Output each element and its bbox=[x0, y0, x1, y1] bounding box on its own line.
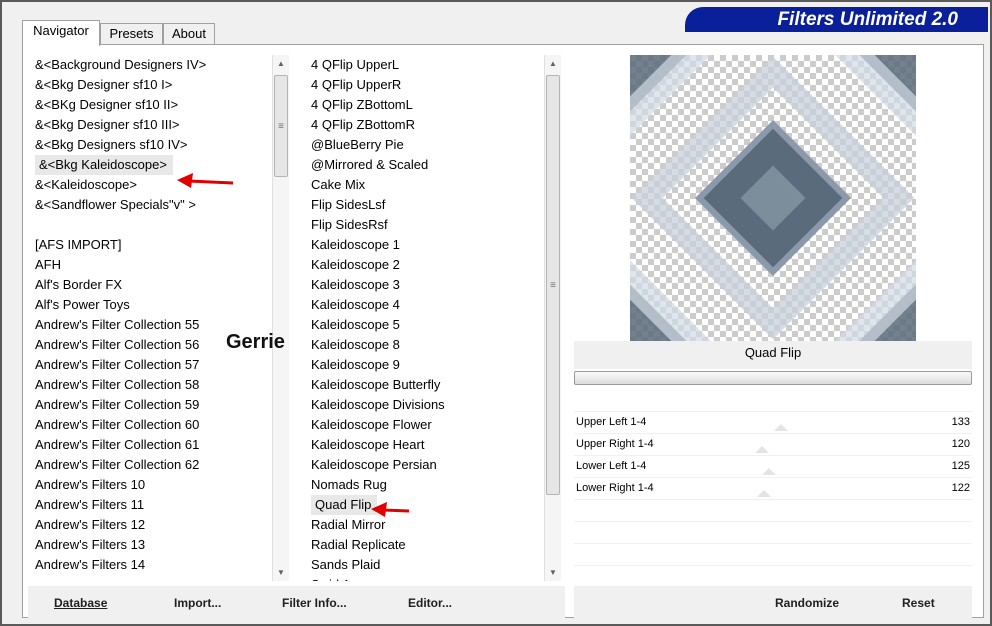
reset-button[interactable]: Reset bbox=[902, 596, 935, 610]
filter-item[interactable]: Swirl Away bbox=[307, 575, 543, 581]
parameter-list: Upper Left 1-4 133 Upper Right 1-4 120 L… bbox=[574, 411, 972, 609]
filter-item[interactable]: Flip SidesLsf bbox=[307, 195, 543, 215]
category-item[interactable]: Andrew's Filter Collection 59 bbox=[31, 395, 271, 415]
category-item[interactable]: &<Bkg Designer sf10 III> bbox=[31, 115, 271, 135]
category-item[interactable]: &<Bkg Designer sf10 I> bbox=[31, 75, 271, 95]
scroll-down-arrow-icon[interactable]: ▼ bbox=[273, 564, 289, 581]
filter-item[interactable]: Kaleidoscope 2 bbox=[307, 255, 543, 275]
category-scrollbar[interactable]: ▲ ≡ ▼ bbox=[272, 55, 289, 581]
filter-item[interactable]: Radial Mirror bbox=[307, 515, 543, 535]
progress-bar bbox=[574, 371, 972, 385]
filter-item[interactable]: Sands Plaid bbox=[307, 555, 543, 575]
slider-thumb-icon[interactable] bbox=[762, 468, 776, 475]
filter-item[interactable]: Kaleidoscope 8 bbox=[307, 335, 543, 355]
filter-item[interactable]: 4 QFlip UpperL bbox=[307, 55, 543, 75]
filter-item[interactable]: 4 QFlip ZBottomR bbox=[307, 115, 543, 135]
param-row[interactable]: Lower Left 1-4 125 bbox=[574, 455, 972, 477]
param-label: Upper Right 1-4 bbox=[576, 438, 654, 450]
tab-navigator[interactable]: Navigator bbox=[22, 20, 100, 46]
category-item[interactable]: &<BKg Designer sf10 II> bbox=[31, 95, 271, 115]
selected-filter-title: Quad Flip bbox=[574, 341, 972, 369]
filter-list[interactable]: 4 QFlip UpperL 4 QFlip UpperR 4 QFlip ZBot… bbox=[307, 55, 543, 581]
tab-presets[interactable]: Presets bbox=[100, 23, 163, 45]
category-item[interactable]: Alf's Power Toys bbox=[31, 295, 271, 315]
filter-item[interactable]: Kaleidoscope 4 bbox=[307, 295, 543, 315]
red-arrow-icon bbox=[371, 502, 410, 517]
scroll-up-arrow-icon[interactable]: ▲ bbox=[545, 55, 561, 72]
filter-item[interactable]: Flip SidesRsf bbox=[307, 215, 543, 235]
filter-item[interactable]: Kaleidoscope 5 bbox=[307, 315, 543, 335]
filter-preview-image bbox=[630, 55, 916, 341]
preview-action-bar: Randomize Reset bbox=[574, 586, 972, 618]
database-button[interactable]: Database bbox=[54, 596, 107, 610]
category-item[interactable]: Andrew's Filter Collection 61 bbox=[31, 435, 271, 455]
category-item[interactable]: &<Sandflower Specials"v" > bbox=[31, 195, 271, 215]
list-action-bar: Database Import... Filter Info... Editor… bbox=[28, 586, 565, 618]
category-item[interactable]: &<Bkg Designers sf10 IV> bbox=[31, 135, 271, 155]
category-item[interactable]: Andrew's Filter Collection 62 bbox=[31, 455, 271, 475]
filter-item[interactable]: Kaleidoscope Flower bbox=[307, 415, 543, 435]
filter-item[interactable]: @BlueBerry Pie bbox=[307, 135, 543, 155]
category-item[interactable]: &<Background Designers IV> bbox=[31, 55, 271, 75]
category-item[interactable]: Andrew's Filters 11 bbox=[31, 495, 271, 515]
category-item[interactable]: Andrew's Filters 12 bbox=[31, 515, 271, 535]
param-value: 122 bbox=[951, 482, 970, 494]
category-item[interactable]: Andrew's Filter Collection 57 bbox=[31, 355, 271, 375]
red-arrow-icon bbox=[177, 173, 234, 188]
tab-about[interactable]: About bbox=[163, 23, 215, 45]
editor-button[interactable]: Editor... bbox=[408, 596, 452, 610]
filter-item[interactable]: Cake Mix bbox=[307, 175, 543, 195]
param-row[interactable]: Upper Left 1-4 133 bbox=[574, 411, 972, 433]
database-button-label: Database bbox=[54, 596, 108, 610]
param-value: 125 bbox=[951, 460, 970, 472]
filter-item-selected[interactable]: Quad Flip bbox=[311, 495, 378, 515]
import-button[interactable]: Import... bbox=[174, 596, 221, 610]
param-row[interactable]: Lower Right 1-4 122 bbox=[574, 477, 972, 499]
filter-item[interactable]: Kaleidoscope 9 bbox=[307, 355, 543, 375]
filter-item[interactable]: Nomads Rug bbox=[307, 475, 543, 495]
slider-thumb-icon[interactable] bbox=[774, 424, 788, 431]
filters-unlimited-window: Filters Unlimited 2.0 Navigator Presets … bbox=[0, 0, 992, 626]
category-item[interactable]: Alf's Border FX bbox=[31, 275, 271, 295]
category-list[interactable]: &<Background Designers IV> &<Bkg Designer… bbox=[31, 55, 271, 581]
filter-item[interactable]: Kaleidoscope 1 bbox=[307, 235, 543, 255]
randomize-button[interactable]: Randomize bbox=[775, 596, 839, 610]
param-label: Lower Right 1-4 bbox=[576, 482, 654, 494]
app-title-banner: Filters Unlimited 2.0 bbox=[685, 7, 988, 32]
filter-item[interactable]: Kaleidoscope Heart bbox=[307, 435, 543, 455]
slider-thumb-icon[interactable] bbox=[755, 446, 769, 453]
scroll-up-arrow-icon[interactable]: ▲ bbox=[273, 55, 289, 72]
category-item[interactable]: Andrew's Filters 10 bbox=[31, 475, 271, 495]
category-item[interactable]: Andrew's Filters 14 bbox=[31, 555, 271, 575]
filter-item[interactable]: Kaleidoscope 3 bbox=[307, 275, 543, 295]
param-row[interactable]: Upper Right 1-4 120 bbox=[574, 433, 972, 455]
filter-item[interactable]: Kaleidoscope Butterfly bbox=[307, 375, 543, 395]
watermark-text: Gerrie bbox=[226, 331, 285, 353]
navigator-panel: &<Background Designers IV> &<Bkg Designer… bbox=[22, 44, 984, 618]
category-item-selected[interactable]: &<Bkg Kaleidoscope> bbox=[35, 155, 173, 175]
category-item[interactable]: Andrew's Filter Collection 60 bbox=[31, 415, 271, 435]
category-scroll-thumb[interactable]: ≡ bbox=[274, 75, 288, 177]
param-value: 120 bbox=[951, 438, 970, 450]
category-item[interactable]: Andrew's Filter Collection 58 bbox=[31, 375, 271, 395]
scroll-down-arrow-icon[interactable]: ▼ bbox=[545, 564, 561, 581]
slider-thumb-icon[interactable] bbox=[757, 490, 771, 497]
category-item[interactable]: Andrew's Filters 13 bbox=[31, 535, 271, 555]
filter-info-button[interactable]: Filter Info... bbox=[282, 596, 347, 610]
filter-item[interactable]: @Mirrored & Scaled bbox=[307, 155, 543, 175]
filter-item[interactable]: Quad Flip bbox=[307, 495, 543, 515]
param-label: Upper Left 1-4 bbox=[576, 416, 647, 428]
filter-item[interactable]: 4 QFlip ZBottomL bbox=[307, 95, 543, 115]
category-item[interactable]: AFH bbox=[31, 255, 271, 275]
filter-item[interactable]: Radial Replicate bbox=[307, 535, 543, 555]
filter-scroll-thumb[interactable]: ≡ bbox=[546, 75, 560, 495]
filter-item[interactable]: Kaleidoscope Persian bbox=[307, 455, 543, 475]
category-item[interactable] bbox=[31, 215, 271, 235]
filter-item[interactable]: Kaleidoscope Divisions bbox=[307, 395, 543, 415]
category-item[interactable]: [AFS IMPORT] bbox=[31, 235, 271, 255]
filter-item[interactable]: 4 QFlip UpperR bbox=[307, 75, 543, 95]
param-value: 133 bbox=[951, 416, 970, 428]
param-label: Lower Left 1-4 bbox=[576, 460, 647, 472]
filter-scrollbar[interactable]: ▲ ≡ ▼ bbox=[544, 55, 561, 581]
